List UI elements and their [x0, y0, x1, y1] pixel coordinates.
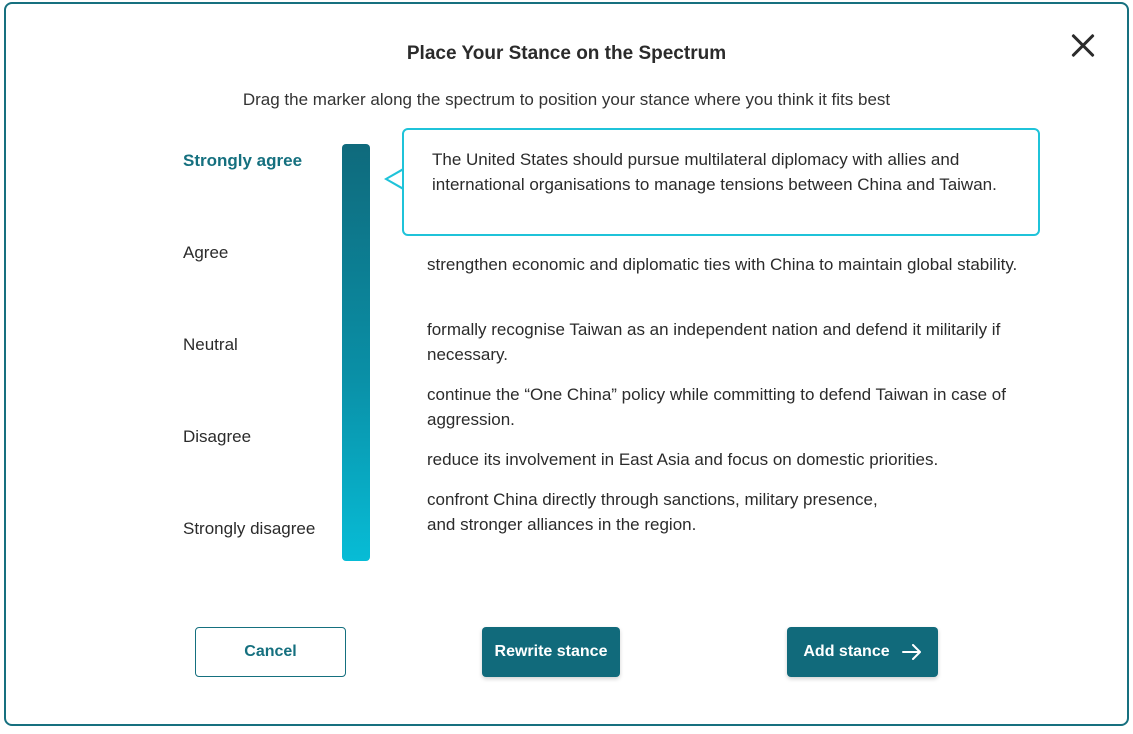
- rewrite-button-label: Rewrite stance: [494, 643, 608, 660]
- add-button-label: Add stance: [803, 643, 890, 660]
- scale-label-strongly-disagree: Strongly disagree: [183, 519, 316, 538]
- cancel-button[interactable]: Cancel: [195, 627, 346, 677]
- scale-label-neutral: Neutral: [183, 335, 238, 354]
- cancel-button-label: Cancel: [244, 643, 297, 660]
- scale-label-disagree: Disagree: [183, 427, 252, 446]
- stance-option[interactable]: formally recognise Taiwan as an independ…: [427, 317, 1037, 367]
- scale-label-strongly-agree: Strongly agree: [183, 151, 303, 170]
- spectrum-bar[interactable]: [342, 144, 370, 561]
- stance-option[interactable]: reduce its involvement in East Asia and …: [427, 447, 1037, 472]
- dialog-subtitle: Drag the marker along the spectrum to po…: [242, 90, 891, 109]
- arrow-right-icon: [901, 644, 921, 660]
- stance-option[interactable]: confront China directly through sanction…: [427, 487, 1037, 537]
- stance-marker-callout[interactable]: The United States should pursue multilat…: [402, 128, 1040, 236]
- dialog-title: Place Your Stance on the Spectrum: [406, 43, 727, 64]
- rewrite-stance-button[interactable]: Rewrite stance: [482, 627, 620, 677]
- scale-label-agree: Agree: [183, 243, 229, 262]
- add-stance-button[interactable]: Add stance: [787, 627, 938, 677]
- stance-option[interactable]: strengthen economic and diplomatic ties …: [427, 252, 1037, 277]
- stance-option[interactable]: continue the “One China” policy while co…: [427, 382, 1037, 432]
